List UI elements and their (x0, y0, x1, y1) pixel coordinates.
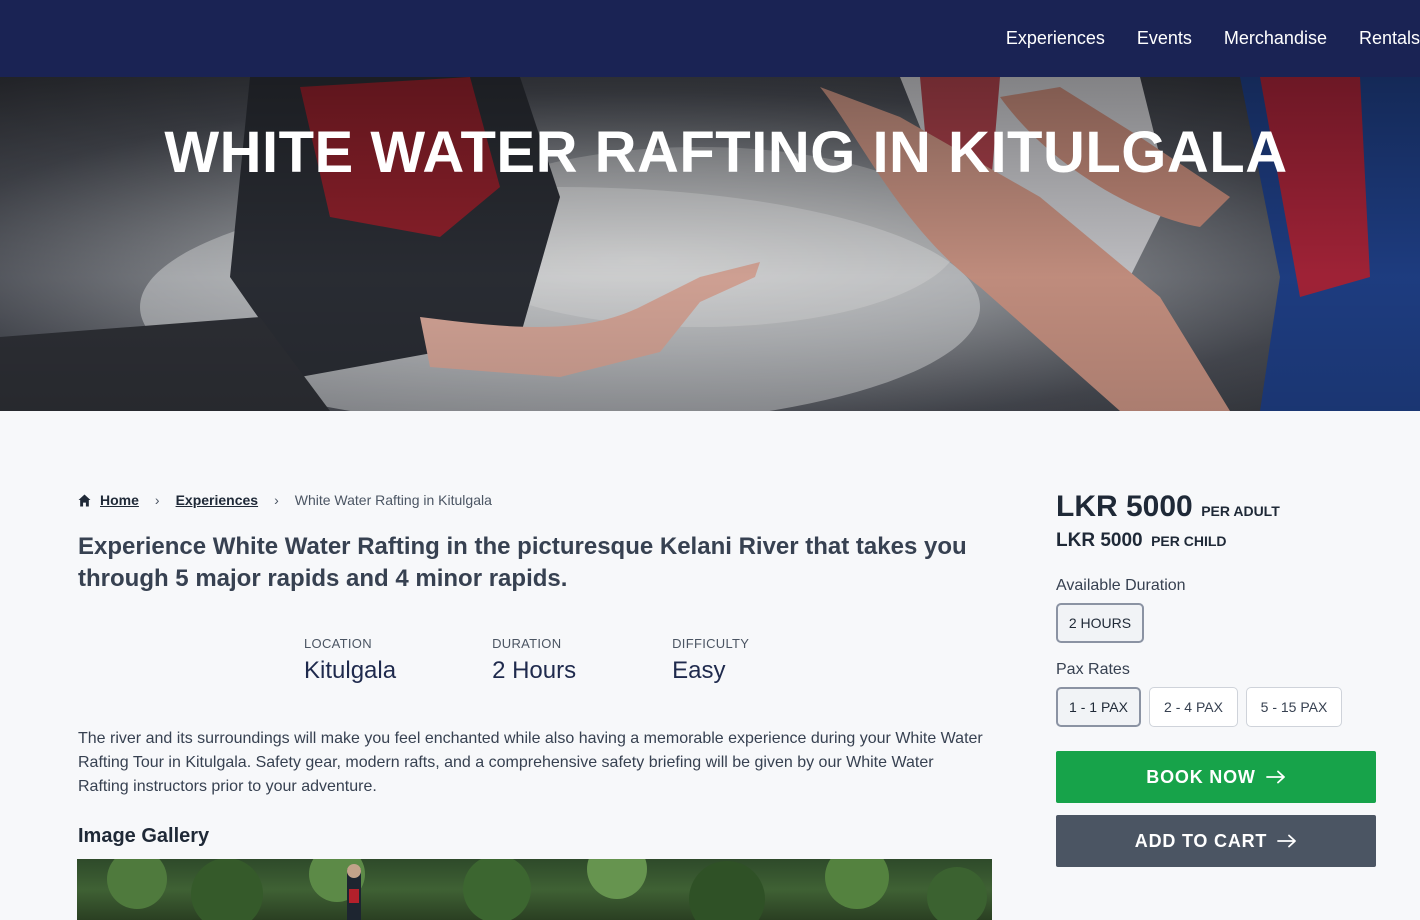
arrow-right-icon (1277, 834, 1297, 848)
fact-value: Kitulgala (304, 657, 397, 684)
fact-duration: DURATION 2 Hours (492, 636, 576, 685)
chevron-right-icon: › (154, 492, 160, 508)
nav-links: Experiences Events Merchandise Rentals (1006, 0, 1420, 77)
fact-value: 2 Hours (492, 657, 577, 684)
add-to-cart-button[interactable]: ADD TO CART (1056, 815, 1376, 867)
breadcrumb: Home › Experiences › White Water Rafting… (78, 492, 492, 508)
book-now-button[interactable]: BOOK NOW (1056, 751, 1376, 803)
book-now-label: BOOK NOW (1146, 766, 1256, 787)
lead-text: Experience White Water Rafting in the pi… (78, 533, 967, 592)
fact-label: LOCATION (304, 636, 372, 651)
duration-option-2-hours[interactable]: 2 HOURS (1056, 603, 1144, 643)
adult-price-unit: PER ADULT (1201, 503, 1280, 519)
child-price-unit: PER CHILD (1151, 533, 1227, 549)
fact-label: DURATION (492, 636, 562, 651)
breadcrumb-home[interactable]: Home (78, 492, 139, 508)
home-icon (78, 494, 91, 506)
breadcrumb-experiences[interactable]: Experiences (176, 492, 259, 508)
breadcrumb-home-label: Home (100, 492, 139, 508)
fact-location: LOCATION Kitulgala (304, 636, 396, 685)
pax-rates-label: Pax Rates (1056, 661, 1130, 678)
fact-label: DIFFICULTY (672, 636, 750, 651)
pax-option-5-15[interactable]: 5 - 15 PAX (1246, 687, 1342, 727)
pax-option-2-4[interactable]: 2 - 4 PAX (1149, 687, 1238, 727)
description-text: The river and its surroundings will make… (78, 730, 983, 795)
nav-rentals[interactable]: Rentals (1359, 28, 1420, 49)
key-facts: LOCATION Kitulgala DURATION 2 Hours DIFF… (304, 636, 845, 685)
gallery-image[interactable] (77, 859, 992, 920)
adult-price-amount: LKR 5000 (1056, 490, 1193, 523)
nav-events[interactable]: Events (1137, 28, 1192, 49)
duration-label: Available Duration (1056, 577, 1186, 594)
child-price-amount: LKR 5000 (1056, 530, 1143, 551)
page-title: WHITE WATER RAFTING IN KITULGALA (164, 120, 1288, 185)
child-price: LKR 5000 PER CHILD (1056, 530, 1227, 552)
top-navigation: Experiences Events Merchandise Rentals (0, 0, 1420, 77)
fact-value: Easy (672, 657, 726, 684)
nav-merchandise[interactable]: Merchandise (1224, 28, 1327, 49)
gallery-heading: Image Gallery (78, 825, 210, 847)
add-to-cart-label: ADD TO CART (1134, 830, 1268, 851)
breadcrumb-current: White Water Rafting in Kitulgala (294, 492, 492, 508)
hero-banner: WHITE WATER RAFTING IN KITULGALA (0, 77, 1420, 411)
fact-difficulty: DIFFICULTY Easy (672, 636, 749, 685)
pax-option-1-1[interactable]: 1 - 1 PAX (1056, 687, 1141, 727)
nav-experiences[interactable]: Experiences (1006, 28, 1105, 49)
arrow-right-icon (1265, 770, 1285, 784)
adult-price: LKR 5000 PER ADULT (1056, 490, 1280, 524)
forest-image (107, 859, 987, 920)
chevron-right-icon: › (274, 492, 279, 508)
